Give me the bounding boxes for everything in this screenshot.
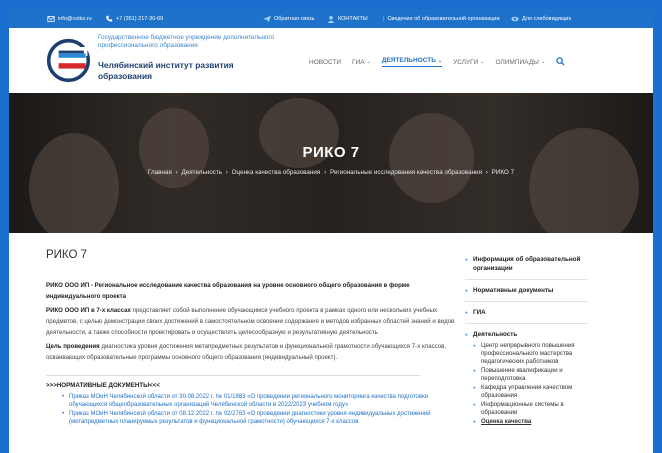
breadcrumb-regional[interactable]: Региональные исследования качества образ… (330, 169, 482, 176)
separator-bar: | (383, 15, 385, 22)
nav-gia[interactable]: ГИА ⌄ (352, 57, 371, 67)
sidebar-subitem-quality[interactable]: Оценка качества (473, 418, 587, 426)
phone-text: +7 (351) 217-30-69 (116, 15, 164, 22)
site-header: Государственное бюджетное учреждение доп… (9, 28, 653, 93)
goal-bold: Цель проведения (46, 343, 100, 350)
chevron-down-icon: ⌄ (437, 57, 443, 64)
sidebar: Информация об образовательной организаци… (465, 255, 587, 427)
sidebar-subitem-info-systems[interactable]: Информационные системы в образовании (473, 401, 587, 417)
hero-overlay (9, 93, 653, 233)
nav-news[interactable]: НОВОСТИ (309, 57, 341, 67)
org-info-text: Сведения об образовательной организации (387, 15, 500, 22)
chevron-down-icon: ⌄ (366, 59, 371, 65)
sidebar-subitem-qualification[interactable]: Повышение квалификации и переподготовка (473, 367, 587, 383)
page: info@coiko.ru +7 (351) 217-30-69 Обратна… (9, 9, 653, 453)
email-text: info@coiko.ru (58, 15, 92, 22)
intro-paragraph: РИКО ООО ИП - Региональное исследование … (46, 282, 410, 300)
document-link[interactable]: Приказ МОиН Челябинской области от 08.12… (62, 410, 456, 426)
contacts-icon (327, 15, 335, 23)
logo-icon[interactable] (46, 38, 91, 83)
sidebar-item-gia[interactable]: ГИА (465, 308, 587, 324)
breadcrumb-activity[interactable]: Деятельность (182, 169, 223, 176)
goal-paragraph: Цель проведения диагностика уровня дости… (46, 341, 456, 363)
breadcrumb: Главная › Деятельность › Оценка качества… (147, 169, 515, 176)
top-bar: info@coiko.ru +7 (351) 217-30-69 Обратна… (9, 9, 653, 28)
main-content: РИКО 7 РИКО ООО ИП - Региональное исслед… (46, 249, 456, 427)
normative-docs-heading: >>>НОРМАТИВНЫЕ ДОКУМЕНТЫ<<< (46, 382, 160, 389)
hero-banner: РИКО 7 Главная › Деятельность › Оценка к… (9, 93, 653, 233)
nav-news-label: НОВОСТИ (309, 58, 342, 66)
nav-activity-label: ДЕЯТЕЛЬНОСТЬ (381, 57, 436, 64)
nav-activity[interactable]: ДЕЯТЕЛЬНОСТЬ ⌄ (381, 57, 443, 67)
breadcrumb-current: РИКО 7 (491, 169, 515, 176)
org-subtitle: Государственное бюджетное учреждение доп… (98, 34, 275, 49)
accessibility-link[interactable]: Для слабовидящих (511, 9, 571, 28)
org-info-link[interactable]: | Сведения об образовательной организаци… (383, 9, 500, 28)
main-nav: НОВОСТИ ГИА ⌄ ДЕЯТЕЛЬНОСТЬ ⌄ УСЛУГИ ⌄ ОЛИМП… (309, 57, 565, 67)
description-paragraph: РИКО ООО ИП в 7-х классах представляет с… (46, 305, 456, 338)
nav-olympiads-label: ОЛИМПИАДЫ (495, 58, 539, 66)
breadcrumb-quality[interactable]: Оценка качества образования (232, 169, 321, 176)
nav-services-label: УСЛУГИ (453, 58, 479, 66)
goal-text: диагностика уровня достижения метапредме… (46, 343, 447, 361)
phone-icon (106, 15, 113, 22)
page-title: РИКО 7 (46, 249, 88, 261)
contacts-link[interactable]: КОНТАКТЫ (327, 9, 368, 28)
document-link[interactable]: Приказ МОиН Челябинской области от 30.08… (62, 393, 456, 409)
sidebar-submenu: Центр непрерывного повышения профессиона… (473, 342, 587, 426)
eye-icon (511, 16, 519, 21)
nav-services[interactable]: УСЛУГИ ⌄ (453, 57, 484, 67)
feedback-link[interactable]: Обратная связь (263, 9, 315, 28)
sidebar-item-normative[interactable]: Нормативные документы (465, 286, 587, 302)
email-link[interactable]: info@coiko.ru (47, 9, 92, 28)
sidebar-item-org-info[interactable]: Информация об образовательной организаци… (465, 255, 587, 280)
nav-gia-label: ГИА (352, 58, 365, 66)
accessibility-text: Для слабовидящих (522, 15, 572, 22)
phone-link[interactable]: +7 (351) 217-30-69 (105, 9, 163, 28)
sidebar-subitem-department[interactable]: Кафедра управления качеством образования (473, 384, 587, 400)
org-name[interactable]: Челябинский институт развития образовани… (98, 60, 278, 82)
chevron-down-icon: ⌄ (540, 59, 546, 65)
search-icon[interactable] (556, 57, 565, 66)
chevron-down-icon: ⌄ (480, 59, 485, 65)
feedback-text: Обратная связь (274, 15, 315, 22)
sidebar-subitem-center[interactable]: Центр непрерывного повышения профессиона… (473, 342, 587, 366)
send-icon (263, 15, 271, 22)
mail-icon (47, 15, 55, 22)
nav-olympiads[interactable]: ОЛИМПИАДЫ ⌄ (496, 57, 546, 67)
description-bold: РИКО ООО ИП в 7-х классах (46, 307, 131, 314)
document-list: Приказ МОиН Челябинской области от 30.08… (62, 393, 456, 426)
sidebar-item-activity[interactable]: Деятельность (465, 330, 587, 339)
divider (46, 375, 420, 376)
contacts-text: КОНТАКТЫ (338, 15, 368, 22)
breadcrumb-home[interactable]: Главная (148, 169, 172, 176)
hero-title: РИКО 7 (302, 144, 360, 161)
